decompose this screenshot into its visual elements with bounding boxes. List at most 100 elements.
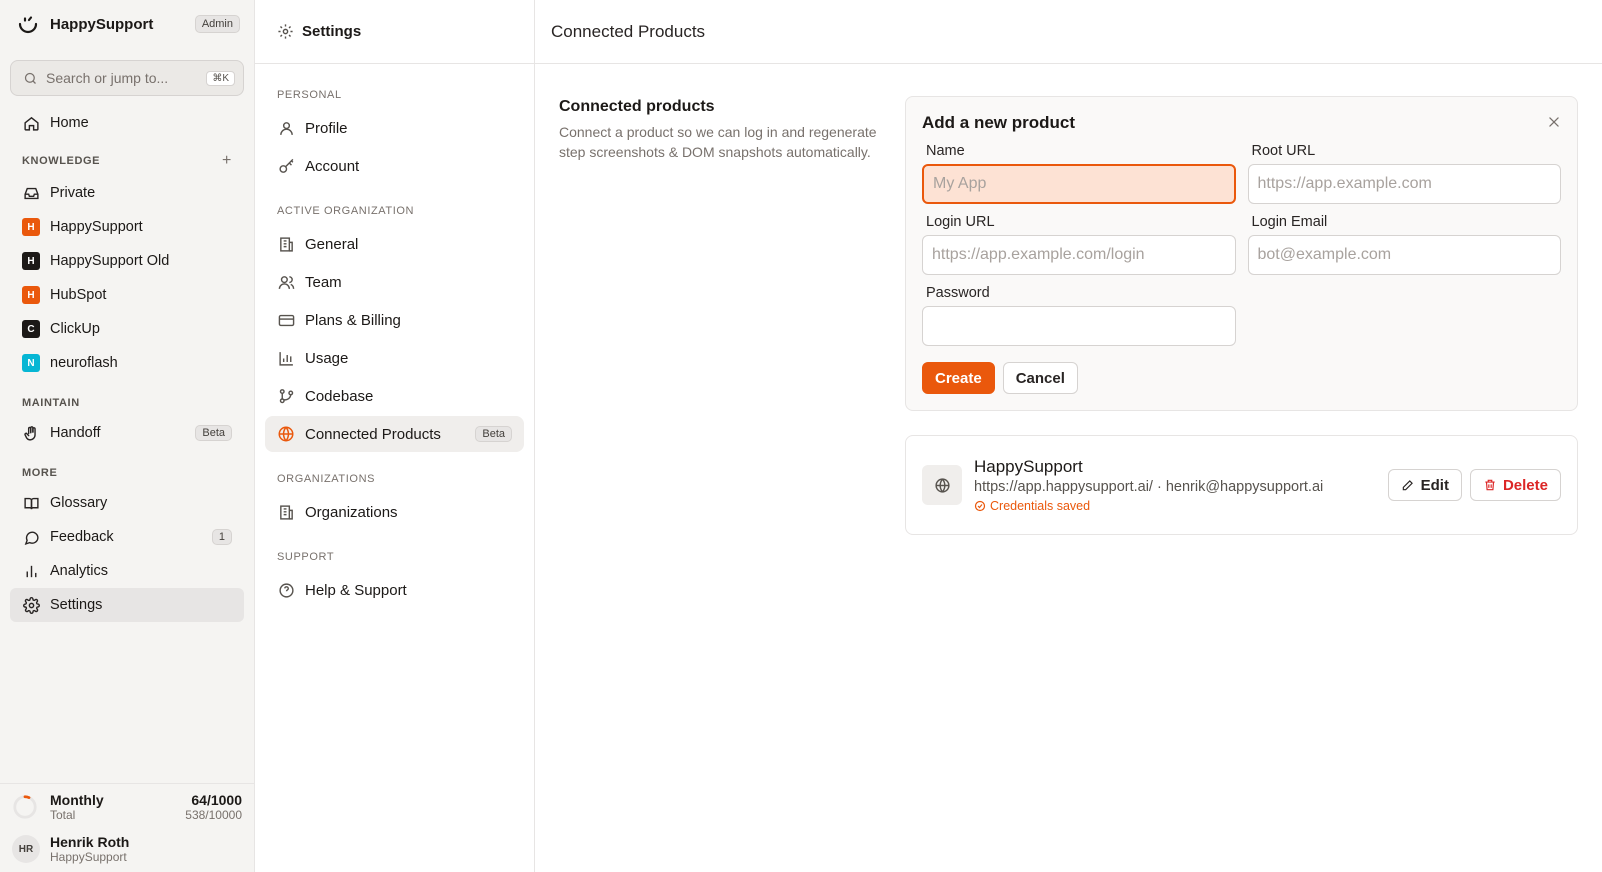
help-circle-icon bbox=[277, 581, 295, 599]
nav-analytics[interactable]: Analytics bbox=[10, 554, 244, 588]
login-url-input[interactable] bbox=[922, 235, 1236, 275]
settings-item-label: Organizations bbox=[305, 503, 398, 521]
settings-item-billing[interactable]: Plans & Billing bbox=[265, 302, 524, 338]
products-column: Add a new product Name Root URL bbox=[905, 96, 1578, 535]
more-heading-label: MORE bbox=[22, 467, 58, 479]
credit-card-icon bbox=[277, 311, 295, 329]
hand-icon bbox=[22, 424, 40, 442]
settings-nav: Settings PERSONAL Profile Account ACTIVE… bbox=[255, 0, 535, 872]
usage-progress-ring bbox=[13, 795, 37, 819]
settings-item-team[interactable]: Team bbox=[265, 264, 524, 300]
nav-glossary[interactable]: Glossary bbox=[10, 486, 244, 520]
settings-item-profile[interactable]: Profile bbox=[265, 110, 524, 146]
kb-item-label: neuroflash bbox=[50, 355, 118, 371]
maintain-heading-label: MAINTAIN bbox=[22, 397, 80, 409]
kb-letter-icon: N bbox=[22, 354, 40, 372]
intro-section: Connected products Connect a product so … bbox=[559, 96, 905, 535]
edit-button[interactable]: Edit bbox=[1387, 469, 1462, 501]
kb-item-hubspot[interactable]: H HubSpot bbox=[10, 278, 244, 312]
brand-name[interactable]: HappySupport bbox=[50, 16, 195, 33]
product-name: HappySupport bbox=[974, 457, 1083, 476]
users-icon bbox=[277, 273, 295, 291]
settings-item-label: Profile bbox=[305, 119, 348, 137]
nav-handoff[interactable]: Handoff Beta bbox=[10, 416, 244, 450]
user-profile[interactable]: HR Henrik Roth HappySupport bbox=[0, 828, 254, 872]
root-url-input[interactable] bbox=[1247, 164, 1561, 204]
gear-icon bbox=[277, 23, 294, 40]
building-icon bbox=[277, 503, 295, 521]
section-support: SUPPORT bbox=[277, 551, 335, 563]
maintain-heading: MAINTAIN bbox=[0, 392, 254, 414]
settings-item-label: Usage bbox=[305, 349, 349, 367]
root-url-field-group: Root URL bbox=[1247, 143, 1561, 204]
login-email-input[interactable] bbox=[1247, 235, 1561, 275]
usage-sublabel: Total bbox=[50, 808, 76, 822]
usage-monthly-value: 64/1000 bbox=[191, 792, 242, 808]
close-icon[interactable] bbox=[1547, 115, 1561, 132]
settings-title: Settings bbox=[302, 23, 362, 40]
settings-item-connected-products[interactable]: Connected Products Beta bbox=[265, 416, 524, 452]
settings-item-help[interactable]: Help & Support bbox=[265, 572, 524, 608]
nav-settings[interactable]: Settings bbox=[10, 588, 244, 622]
user-org: HappySupport bbox=[50, 850, 127, 864]
inbox-icon bbox=[22, 184, 40, 202]
nav-home-label: Home bbox=[50, 115, 89, 131]
home-icon bbox=[22, 114, 40, 132]
section-active-org: ACTIVE ORGANIZATION bbox=[277, 205, 415, 217]
avatar: HR bbox=[12, 835, 40, 863]
kb-item-happysupport-old[interactable]: H HappySupport Old bbox=[10, 244, 244, 278]
role-badge: Admin bbox=[194, 15, 240, 33]
create-button[interactable]: Create bbox=[922, 362, 995, 394]
globe-icon bbox=[277, 425, 295, 443]
kb-item-clickup[interactable]: C ClickUp bbox=[10, 312, 244, 346]
product-meta: https://app.happysupport.ai/ · henrik@ha… bbox=[974, 479, 1324, 495]
nav-glossary-label: Glossary bbox=[50, 495, 108, 511]
section-organizations: ORGANIZATIONS bbox=[277, 473, 376, 485]
search-box[interactable]: Search or jump to... ⌘K bbox=[10, 60, 244, 96]
main-panel: Connected Products Connected products Co… bbox=[535, 0, 1602, 872]
git-branch-icon bbox=[277, 387, 295, 405]
password-label: Password bbox=[926, 285, 990, 301]
gear-icon bbox=[22, 596, 40, 614]
name-input[interactable] bbox=[922, 164, 1236, 204]
settings-header: Settings bbox=[255, 0, 534, 64]
settings-item-label: General bbox=[305, 235, 359, 253]
delete-button-label: Delete bbox=[1502, 476, 1548, 494]
nav-home[interactable]: Home bbox=[10, 106, 244, 140]
delete-button[interactable]: Delete bbox=[1469, 469, 1561, 501]
bar-chart-icon bbox=[277, 349, 295, 367]
section-personal: PERSONAL bbox=[277, 89, 342, 101]
cancel-button[interactable]: Cancel bbox=[1002, 362, 1078, 394]
login-url-label: Login URL bbox=[926, 214, 995, 230]
credentials-status-label: Credentials saved bbox=[990, 499, 1091, 513]
settings-item-organizations[interactable]: Organizations bbox=[265, 494, 524, 530]
intro-description: Connect a product so we can log in and r… bbox=[559, 124, 877, 160]
settings-item-general[interactable]: General bbox=[265, 226, 524, 262]
name-label: Name bbox=[926, 143, 965, 159]
beta-badge: Beta bbox=[195, 425, 232, 441]
more-heading: MORE bbox=[0, 462, 254, 484]
add-knowledge-icon[interactable]: + bbox=[222, 152, 232, 170]
kb-letter-icon: H bbox=[22, 252, 40, 270]
login-email-field-group: Login Email bbox=[1247, 214, 1561, 275]
password-field-group: Password bbox=[922, 285, 1236, 346]
nav-analytics-label: Analytics bbox=[50, 563, 109, 579]
settings-item-codebase[interactable]: Codebase bbox=[265, 378, 524, 414]
nav-feedback[interactable]: Feedback 1 bbox=[10, 520, 244, 554]
pencil-icon bbox=[1401, 478, 1415, 492]
settings-item-usage[interactable]: Usage bbox=[265, 340, 524, 376]
happysupport-logo-icon bbox=[18, 16, 38, 34]
user-icon bbox=[277, 119, 295, 137]
check-circle-icon bbox=[974, 500, 986, 512]
add-product-form: Add a new product Name Root URL bbox=[905, 96, 1578, 411]
kb-letter-icon: C bbox=[22, 320, 40, 338]
kb-item-happysupport[interactable]: H HappySupport bbox=[10, 210, 244, 244]
usage-meter[interactable]: Monthly Total 64/1000 538/10000 bbox=[0, 784, 254, 828]
settings-item-account[interactable]: Account bbox=[265, 148, 524, 184]
kb-item-label: Private bbox=[50, 185, 96, 201]
password-input[interactable] bbox=[922, 306, 1236, 346]
kb-item-label: ClickUp bbox=[50, 321, 100, 337]
kb-item-private[interactable]: Private bbox=[10, 176, 244, 210]
form-title: Add a new product bbox=[922, 113, 1075, 132]
kb-item-neuroflash[interactable]: N neuroflash bbox=[10, 346, 244, 380]
